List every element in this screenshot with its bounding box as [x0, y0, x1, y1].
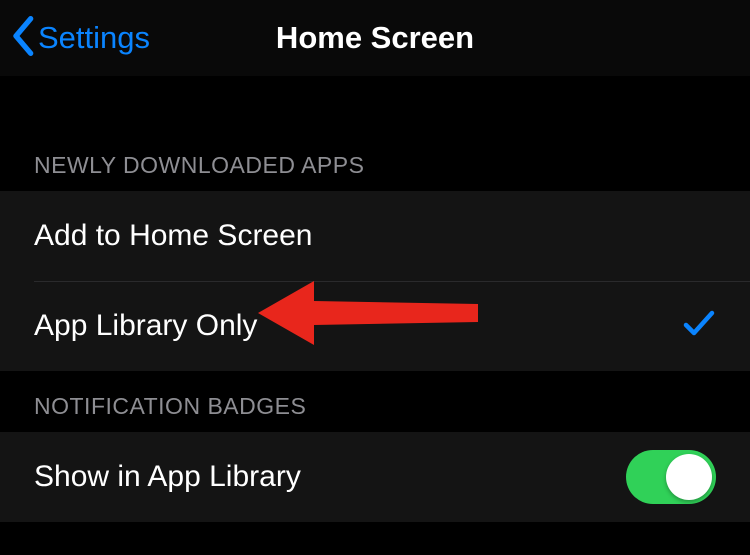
show-in-app-library-toggle[interactable] [626, 450, 716, 504]
checkmark-icon [682, 309, 716, 344]
newly-downloaded-group: Add to Home Screen App Library Only [0, 191, 750, 371]
option-label: App Library Only [34, 309, 257, 343]
page-title: Home Screen [276, 20, 474, 56]
toggle-knob [666, 454, 712, 500]
row-label: Show in App Library [34, 460, 301, 494]
option-label: Add to Home Screen [34, 219, 312, 253]
option-app-library-only[interactable]: App Library Only [0, 281, 750, 371]
section-header-newly-downloaded: NEWLY DOWNLOADED APPS [0, 76, 750, 191]
notification-badges-group: Show in App Library [0, 432, 750, 522]
back-label: Settings [38, 20, 150, 56]
chevron-left-icon [12, 16, 36, 61]
section-header-notification-badges: NOTIFICATION BADGES [0, 371, 750, 432]
row-show-in-app-library: Show in App Library [0, 432, 750, 522]
navigation-bar: Settings Home Screen [0, 0, 750, 76]
option-add-to-home-screen[interactable]: Add to Home Screen [0, 191, 750, 281]
back-button[interactable]: Settings [0, 16, 150, 61]
